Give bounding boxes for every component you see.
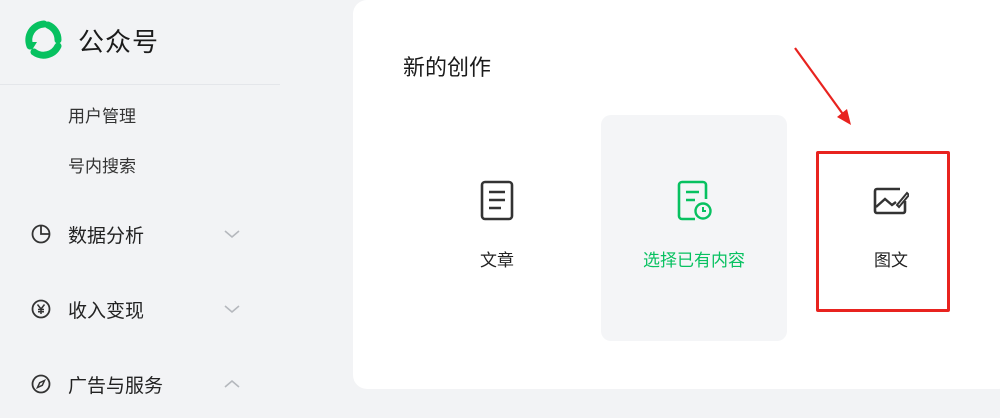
sidebar-item-account-search[interactable]: 号内搜索	[68, 152, 136, 177]
sidebar: 公众号 用户管理 号内搜索 数据分析 收入变现 广告与服务	[0, 0, 280, 418]
logo-title: 公众号	[78, 27, 160, 58]
yen-circle-icon	[30, 298, 52, 320]
sidebar-item-label: 数据分析	[68, 224, 145, 247]
annotation-arrow	[794, 47, 851, 125]
sidebar-item-ads-services[interactable]: 广告与服务	[30, 369, 248, 399]
create-article-button[interactable]: 文章	[404, 115, 590, 341]
existing-content-icon	[677, 180, 712, 221]
card-label: 文章	[480, 251, 514, 271]
sidebar-divider	[0, 84, 280, 85]
chevron-down-icon	[224, 305, 240, 314]
annotation-highlight-box	[816, 151, 950, 312]
section-title: 新的创作	[403, 56, 492, 81]
sidebar-item-monetization[interactable]: 收入变现	[30, 294, 248, 324]
chevron-down-icon	[224, 230, 240, 239]
sidebar-item-label: 收入变现	[68, 299, 145, 322]
pie-chart-icon	[30, 223, 52, 245]
sidebar-item-label: 广告与服务	[68, 374, 164, 397]
logo[interactable]: 公众号	[24, 18, 159, 62]
sidebar-item-data-analysis[interactable]: 数据分析	[30, 219, 248, 249]
article-icon	[480, 180, 514, 221]
compass-icon	[30, 373, 52, 395]
select-existing-content-button[interactable]: 选择已有内容	[601, 115, 787, 341]
card-label: 选择已有内容	[643, 251, 745, 271]
chevron-up-icon	[224, 379, 240, 388]
wechat-mp-logo-icon	[25, 20, 62, 59]
sidebar-item-user-management[interactable]: 用户管理	[68, 102, 136, 127]
